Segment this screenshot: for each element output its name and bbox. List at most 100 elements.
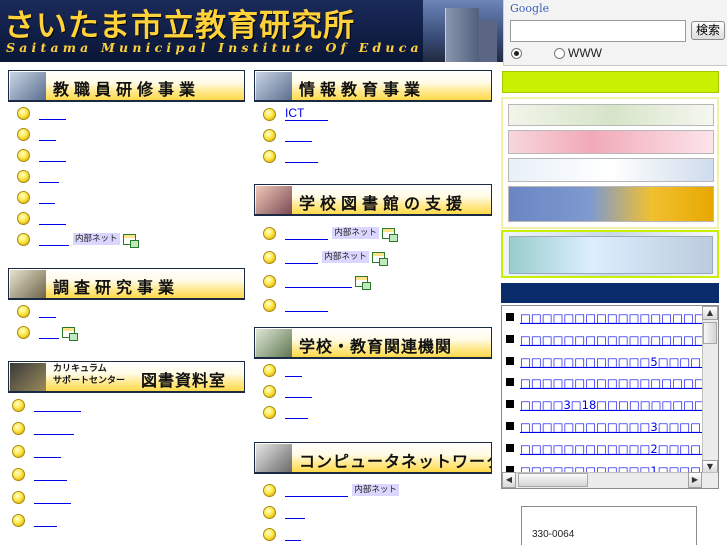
banner-research[interactable]: 調査研究事業 bbox=[8, 268, 245, 300]
search-button[interactable]: 検索 bbox=[691, 21, 725, 40]
list-item bbox=[17, 303, 56, 319]
yellow-bullet-icon bbox=[17, 106, 30, 120]
list-link[interactable] bbox=[39, 148, 66, 162]
horizontal-scroll-thumb[interactable] bbox=[518, 473, 588, 487]
list-link[interactable] bbox=[285, 298, 329, 312]
list-link[interactable] bbox=[285, 226, 329, 240]
internal-net-badge: 内部ネット bbox=[352, 484, 399, 496]
list-link[interactable] bbox=[39, 232, 70, 246]
banner-title: 教職員研修事業 bbox=[53, 80, 201, 99]
yellow-bullet-icon bbox=[17, 211, 30, 225]
radio-www[interactable] bbox=[554, 48, 565, 59]
list-link[interactable] bbox=[285, 505, 306, 519]
yellow-bullet-icon bbox=[12, 421, 25, 435]
computer-network-icon bbox=[256, 444, 292, 472]
list-link[interactable] bbox=[34, 513, 58, 527]
list-item bbox=[263, 526, 301, 542]
banner-link-2[interactable] bbox=[508, 130, 714, 154]
list-link[interactable] bbox=[39, 325, 60, 339]
lime-header-bar bbox=[502, 71, 719, 93]
banner-title: 学校図書館の支援 bbox=[299, 194, 468, 213]
banner-related-institutions[interactable]: 学校・教育関連機関 bbox=[254, 327, 492, 359]
curriculum-center-icon bbox=[10, 363, 46, 391]
page: さいたま市立教育研究所 Saitama Municipal Institute … bbox=[0, 0, 727, 545]
list-link[interactable] bbox=[285, 527, 301, 541]
banner-title: 調査研究事業 bbox=[53, 278, 180, 297]
yellow-bullet-icon bbox=[17, 190, 30, 204]
building-annex-shape bbox=[479, 20, 497, 62]
list-link[interactable] bbox=[285, 149, 319, 163]
list-link[interactable] bbox=[39, 127, 56, 141]
list-link[interactable] bbox=[39, 106, 66, 120]
banner-title: 図書資料室 bbox=[141, 371, 227, 390]
news-item: □□□□□□□□□□□□□□□□□□□□□□□□□□ bbox=[506, 332, 706, 348]
list-link[interactable] bbox=[285, 483, 349, 497]
list-link[interactable] bbox=[39, 169, 60, 183]
scroll-left-icon[interactable]: ◀ bbox=[502, 472, 516, 488]
list-link[interactable] bbox=[285, 405, 309, 419]
list-link[interactable] bbox=[285, 250, 319, 264]
yellow-bullet-icon bbox=[263, 384, 276, 398]
list-item bbox=[263, 362, 302, 378]
news-link[interactable]: □□□□□□□□□□□□□□□□□□□□□□□□□□ bbox=[520, 311, 706, 325]
banner-link-4[interactable] bbox=[508, 186, 714, 222]
internal-net-badge: 内部ネット bbox=[322, 251, 369, 263]
list-link[interactable] bbox=[34, 467, 68, 481]
news-link[interactable]: □□□□3□18□□□□□□□□□□□□□□□□ bbox=[520, 398, 706, 412]
list-link[interactable]: ICT bbox=[285, 107, 328, 121]
banner-link-1[interactable] bbox=[508, 104, 714, 126]
list-link[interactable] bbox=[285, 128, 312, 142]
news-item: □□□□□□□□□□□□□□□□□□□□(201 bbox=[506, 375, 706, 391]
school-library-icon bbox=[256, 186, 292, 214]
site-search: Google 検索 WWW bbox=[503, 0, 727, 66]
list-item bbox=[12, 420, 75, 436]
list-link[interactable] bbox=[285, 384, 312, 398]
list-link[interactable] bbox=[34, 398, 81, 412]
list-link[interactable] bbox=[34, 421, 75, 435]
radio-site[interactable] bbox=[511, 48, 522, 59]
search-input[interactable] bbox=[510, 20, 686, 42]
square-bullet-icon bbox=[506, 334, 514, 343]
list-item bbox=[263, 504, 306, 520]
list-link[interactable] bbox=[285, 274, 352, 288]
list-link[interactable] bbox=[39, 211, 66, 225]
teacher-training-icon bbox=[10, 72, 46, 100]
internal-net-badge: 内部ネット bbox=[332, 227, 379, 239]
postal-code: 330-0064 bbox=[532, 529, 575, 540]
banner-link-3[interactable] bbox=[508, 158, 714, 182]
list-link[interactable] bbox=[39, 304, 56, 318]
list-item bbox=[263, 297, 329, 313]
scroll-up-icon[interactable]: ▲ bbox=[702, 306, 718, 320]
banner-school-library[interactable]: 学校図書館の支援 bbox=[254, 184, 492, 216]
yellow-bullet-icon bbox=[17, 304, 30, 318]
list-item bbox=[263, 127, 312, 143]
vertical-scroll-thumb[interactable] bbox=[703, 322, 717, 344]
news-list-box[interactable]: □□□□□□□□□□□□□□□□□ □□□□□□□□□ □□□□□□□□ □□□□□□… bbox=[501, 305, 719, 489]
square-bullet-icon bbox=[506, 422, 514, 430]
banner-curriculum-center[interactable]: カリキュラム サポートセンター 図書資料室 bbox=[8, 361, 245, 393]
scroll-right-icon[interactable]: ▶ bbox=[688, 472, 702, 488]
yellow-bullet-icon bbox=[17, 325, 30, 339]
banner-computer-network[interactable]: コンピュータネットワーク bbox=[254, 442, 492, 474]
list-item bbox=[17, 210, 66, 226]
list-item bbox=[263, 404, 309, 420]
list-link[interactable] bbox=[34, 490, 71, 504]
feature-banner[interactable] bbox=[501, 230, 719, 278]
news-link[interactable]: □□□□□□□□□□□□□□□□□□□□□□□□□□ bbox=[520, 333, 706, 347]
banner-teacher-training[interactable]: 教職員研修事業 bbox=[8, 70, 245, 102]
news-link[interactable]: □□□□□□□□□□□□2□□□□□□□□□□□ bbox=[520, 442, 706, 456]
news-link[interactable]: □□□□□□□□□□□□3□□□□□□□□□□□ bbox=[520, 420, 706, 434]
news-header-bar bbox=[501, 283, 719, 303]
list-item bbox=[12, 512, 58, 528]
yellow-bullet-icon bbox=[263, 298, 276, 312]
list-link[interactable] bbox=[285, 363, 302, 377]
list-item: ICT bbox=[263, 106, 328, 122]
banner-it-education[interactable]: 情報教育事業 bbox=[254, 70, 492, 102]
news-link[interactable]: □□□□□□□□□□□□5□□□□□□□□□□□□ bbox=[520, 355, 706, 369]
news-link[interactable]: □□□□□□□□□□□□□□□□□□□□(201 bbox=[520, 376, 706, 390]
building-photo bbox=[423, 0, 503, 62]
site-title[interactable]: さいたま市立教育研究所 bbox=[4, 0, 355, 45]
list-link[interactable] bbox=[34, 444, 61, 458]
new-window-icon bbox=[62, 326, 79, 341]
list-link[interactable] bbox=[39, 190, 55, 204]
